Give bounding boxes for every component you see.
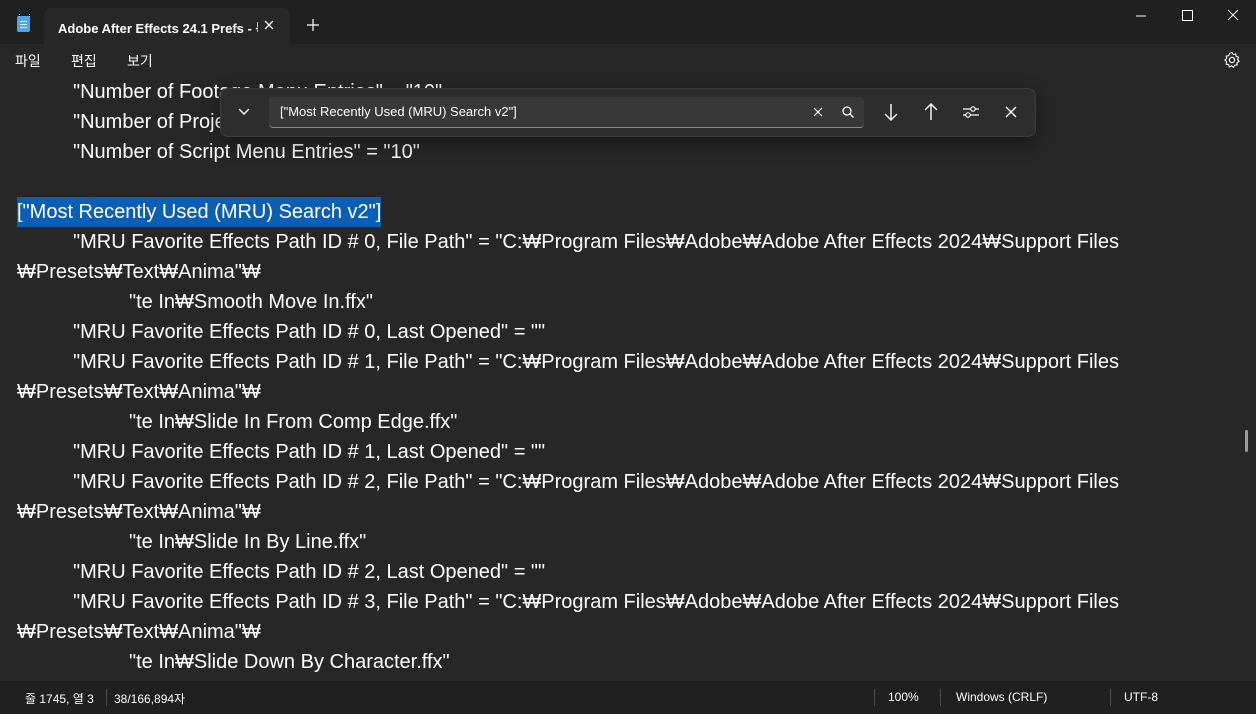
divider — [106, 689, 107, 706]
text-line: "te In₩Smooth Move In.ffx" — [129, 291, 373, 313]
close-find-icon[interactable] — [1000, 101, 1022, 123]
find-next-arrow-down-icon[interactable] — [880, 101, 902, 123]
text-line: ₩Presets₩Text₩Anima"₩ — [17, 621, 261, 643]
divider — [1110, 689, 1111, 706]
close-tab-icon[interactable] — [261, 17, 277, 33]
find-input[interactable]: ["Most Recently Used (MRU) Search v2"] — [269, 97, 864, 128]
text-line: "MRU Favorite Effects Path ID # 0, File … — [73, 231, 1119, 253]
new-tab-icon[interactable] — [303, 15, 323, 35]
text-line: ₩Presets₩Text₩Anima"₩ — [17, 501, 261, 523]
title-bar[interactable]: Adobe After Effects 24.1 Prefs - 복사 — [0, 0, 1256, 44]
character-count: 38/166,894자 — [114, 692, 186, 706]
text-editor[interactable]: "Number of Footage Menu Entries" = "10" … — [0, 75, 1256, 681]
text-line: ₩Presets₩Text₩Anima"₩ — [17, 381, 261, 403]
selected-text-line: ["Most Recently Used (MRU) Search v2"] — [17, 197, 382, 227]
tab-title: Adobe After Effects 24.1 Prefs - 복사 — [58, 21, 258, 36]
text-line: "MRU Favorite Effects Path ID # 1, Last … — [73, 441, 546, 463]
text-line: "MRU Favorite Effects Path ID # 0, Last … — [73, 321, 546, 343]
find-panel: ["Most Recently Used (MRU) Search v2"] — [220, 88, 1036, 137]
chevron-down-icon[interactable] — [234, 101, 254, 121]
document-tab[interactable]: Adobe After Effects 24.1 Prefs - 복사 — [44, 8, 290, 44]
minimize-icon[interactable] — [1118, 0, 1164, 32]
close-window-icon[interactable] — [1210, 0, 1256, 32]
status-bar: 줄 1745, 열 3 38/166,894자 100% Windows (CR… — [0, 681, 1256, 714]
menu-bar: 파일 편집 보기 — [0, 44, 1256, 75]
divider — [874, 689, 875, 706]
notepad-window: Adobe After Effects 24.1 Prefs - 복사 파일 편… — [0, 0, 1256, 714]
line-ending[interactable]: Windows (CRLF) — [956, 690, 1047, 704]
text-line: "Number of Script Menu Entries" = "10" — [73, 141, 420, 163]
cursor-position: 줄 1745, 열 3 — [25, 692, 94, 706]
search-icon[interactable] — [839, 103, 857, 121]
text-line: ₩Presets₩Text₩Anima"₩ — [17, 261, 261, 283]
vertical-scrollbar-thumb[interactable] — [1245, 430, 1248, 452]
zoom-level[interactable]: 100% — [888, 690, 919, 704]
text-line: "MRU Favorite Effects Path ID # 1, File … — [73, 351, 1119, 373]
text-line: "te In₩Slide In By Line.ffx" — [129, 531, 367, 553]
text-line: "MRU Favorite Effects Path ID # 2, File … — [73, 471, 1119, 493]
text-line: "MRU Favorite Effects Path ID # 3, File … — [73, 591, 1119, 613]
notepad-app-icon — [17, 14, 30, 32]
menu-edit[interactable]: 편집 — [71, 51, 97, 71]
find-previous-arrow-up-icon[interactable] — [920, 101, 942, 123]
gear-icon[interactable] — [1222, 50, 1242, 70]
text-line: "te In₩Slide Down By Character.ffx" — [129, 651, 450, 673]
text-line: "MRU Favorite Effects Path ID # 2, Last … — [73, 561, 546, 583]
menu-file[interactable]: 파일 — [15, 51, 41, 71]
sliders-icon[interactable] — [960, 101, 982, 123]
maximize-icon[interactable] — [1164, 0, 1210, 32]
divider — [940, 689, 941, 706]
menu-view[interactable]: 보기 — [127, 51, 153, 71]
encoding[interactable]: UTF-8 — [1124, 690, 1158, 704]
find-input-value: ["Most Recently Used (MRU) Search v2"] — [280, 104, 517, 119]
clear-icon[interactable] — [809, 103, 827, 121]
text-line: "te In₩Slide In From Comp Edge.ffx" — [129, 411, 458, 433]
